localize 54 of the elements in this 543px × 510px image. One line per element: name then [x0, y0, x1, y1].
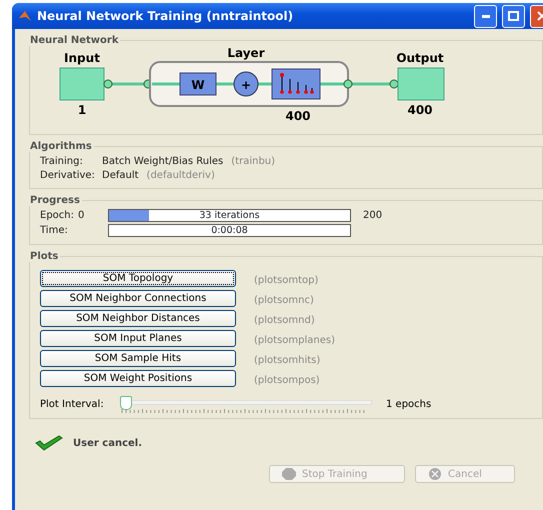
function-name: (trainbu): [231, 156, 276, 166]
weight-symbol: W: [191, 78, 205, 92]
field-value: Default: [102, 170, 139, 180]
weight-block: [180, 72, 216, 96]
function-name: (plotsomplanes): [254, 334, 335, 346]
minimize-button[interactable]: [474, 4, 497, 28]
output-label: Output: [396, 51, 444, 65]
field-label: Derivative:: [40, 170, 96, 180]
window-title: Neural Network Training (nntraintool): [37, 9, 294, 23]
plot-button[interactable]: SOM Topology: [40, 270, 236, 287]
section-title: Neural Network: [29, 35, 120, 46]
plot-button[interactable]: SOM Neighbor Connections: [40, 290, 236, 307]
section-title: Algorithms: [29, 141, 93, 152]
field-label: Training:: [40, 156, 84, 166]
slider-thumb[interactable]: [120, 396, 132, 410]
input-label: Input: [64, 51, 100, 65]
interval-slider[interactable]: [120, 396, 372, 412]
output-size: 400: [407, 103, 433, 117]
section-title: Plots: [29, 251, 60, 262]
section-title: Progress: [29, 195, 81, 206]
input-block: [60, 68, 104, 100]
status-message: User cancel.: [73, 438, 142, 448]
checkmark-icon: [35, 435, 63, 451]
sum-symbol: +: [240, 78, 252, 92]
function-name: (defaultderiv): [146, 170, 215, 180]
minimize-icon: [482, 14, 490, 18]
output-block: [398, 68, 444, 100]
function-name: (plotsomtop): [254, 274, 318, 286]
range-start: 0: [78, 210, 84, 221]
stop-sign-icon: [282, 468, 296, 480]
interval-value: 1 epochs: [386, 398, 432, 410]
sum-node: [234, 72, 258, 96]
function-name: (plotsomnc): [254, 294, 314, 306]
function-name: (plotsomnd): [254, 314, 315, 326]
field-label: Epoch:: [40, 210, 75, 221]
maximize-icon: [508, 11, 519, 21]
field-label: Time:: [40, 225, 69, 236]
transfer-function-icon: [272, 68, 320, 100]
field-value: Batch Weight/Bias Rules: [102, 156, 224, 166]
plot-button[interactable]: SOM Sample Hits: [40, 350, 236, 367]
cancel-icon: [428, 468, 442, 480]
range-end: 200: [363, 210, 382, 221]
input-size: 1: [78, 103, 86, 117]
app-logo-icon: [18, 9, 32, 23]
maximize-button[interactable]: [502, 4, 525, 28]
field-label: Plot Interval:: [40, 398, 105, 410]
layer-label: Layer: [227, 48, 265, 60]
progress-text: 33 iterations: [198, 210, 261, 221]
plot-button[interactable]: SOM Neighbor Distances: [40, 310, 236, 327]
function-name: (plotsomhits): [254, 354, 320, 366]
plot-button[interactable]: SOM Input Planes: [40, 330, 236, 347]
layer-size: 400: [285, 109, 311, 123]
function-name: (plotsompos): [254, 374, 320, 386]
plot-button[interactable]: SOM Weight Positions: [40, 370, 236, 387]
